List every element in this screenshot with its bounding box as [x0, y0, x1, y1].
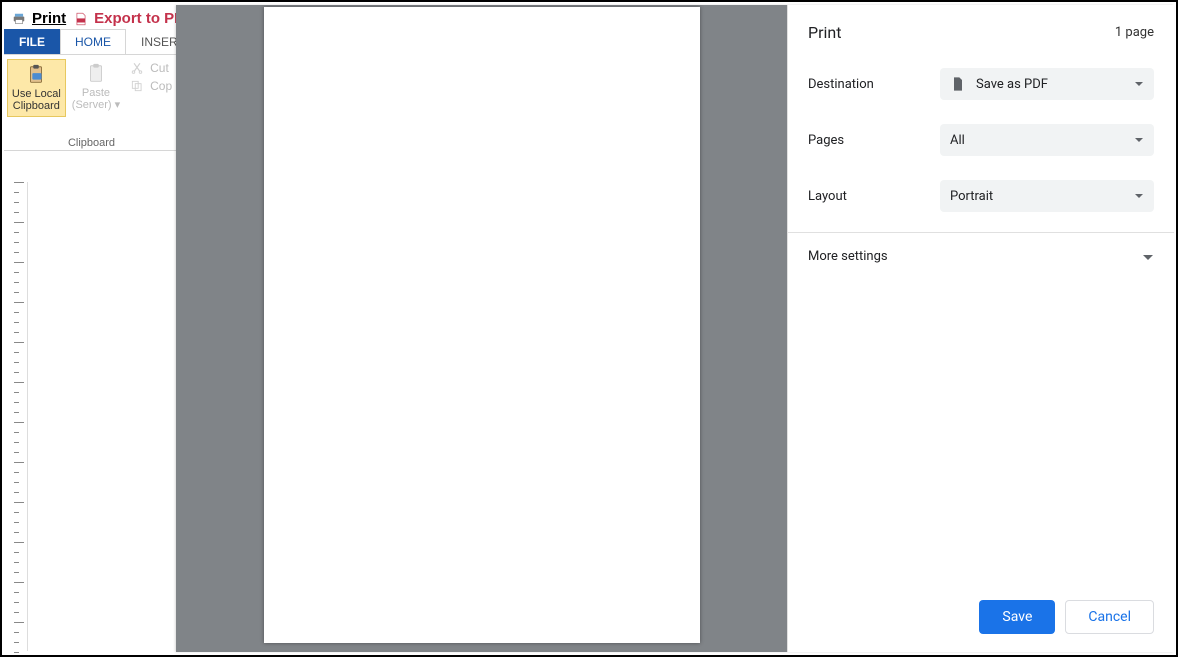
destination-value: Save as PDF [976, 77, 1048, 92]
layout-dropdown[interactable]: Portrait [940, 180, 1154, 212]
destination-label: Destination [808, 77, 940, 92]
chevron-down-icon [1134, 135, 1144, 145]
pages-value: All [950, 133, 965, 148]
cut-copy-col: Cut Cop [126, 59, 176, 117]
pdf-icon [74, 12, 88, 26]
ribbon-group-clipboard: Use Local Clipboard Paste (Server) ▾ Cut [4, 55, 180, 150]
cancel-button[interactable]: Cancel [1065, 600, 1154, 634]
file-icon [950, 76, 966, 92]
printer-icon [12, 12, 26, 26]
more-settings-toggle[interactable]: More settings [788, 233, 1174, 280]
pages-dropdown[interactable]: All [940, 124, 1154, 156]
use-local-clipboard-label: Use Local Clipboard [12, 88, 61, 112]
preview-page [264, 7, 700, 643]
export-pdf-link[interactable]: Export to PD [94, 10, 185, 27]
layout-row: Layout Portrait [788, 168, 1174, 224]
cut-label: Cut [150, 61, 169, 75]
paste-icon [84, 63, 108, 85]
clipboard-icon [24, 64, 48, 86]
pages-row: Pages All [788, 112, 1174, 168]
vertical-ruler [14, 182, 28, 651]
dialog-footer: Save Cancel [788, 586, 1174, 652]
print-preview-pane[interactable] [176, 5, 788, 652]
layout-label: Layout [808, 189, 940, 204]
destination-row: Destination Save as PDF [788, 56, 1174, 112]
tab-home[interactable]: HOME [60, 29, 126, 54]
save-button[interactable]: Save [979, 600, 1055, 634]
cut-button[interactable]: Cut [130, 61, 172, 75]
page-count: 1 page [1115, 25, 1154, 40]
destination-dropdown[interactable]: Save as PDF [940, 68, 1154, 100]
tab-file[interactable]: FILE [4, 29, 60, 54]
more-settings-label: More settings [808, 249, 888, 264]
print-title: Print [808, 23, 841, 42]
chevron-down-icon [1134, 191, 1144, 201]
use-local-clipboard-button[interactable]: Use Local Clipboard [7, 59, 66, 117]
print-link[interactable]: Print [32, 10, 66, 27]
paste-server-label: Paste (Server) ▾ [72, 87, 120, 111]
print-dialog: Print 1 page Destination Save as PDF Pag… [176, 5, 1174, 652]
chevron-down-icon [1134, 79, 1144, 89]
layout-value: Portrait [950, 189, 993, 204]
chevron-down-icon [1142, 251, 1154, 263]
print-header: Print 1 page [788, 5, 1174, 56]
copy-label: Cop [150, 79, 172, 93]
print-settings-pane: Print 1 page Destination Save as PDF Pag… [788, 5, 1174, 652]
pages-label: Pages [808, 133, 940, 148]
paste-server-button[interactable]: Paste (Server) ▾ [68, 59, 124, 117]
copy-button[interactable]: Cop [130, 79, 172, 93]
ribbon-group-label: Clipboard [4, 137, 179, 149]
